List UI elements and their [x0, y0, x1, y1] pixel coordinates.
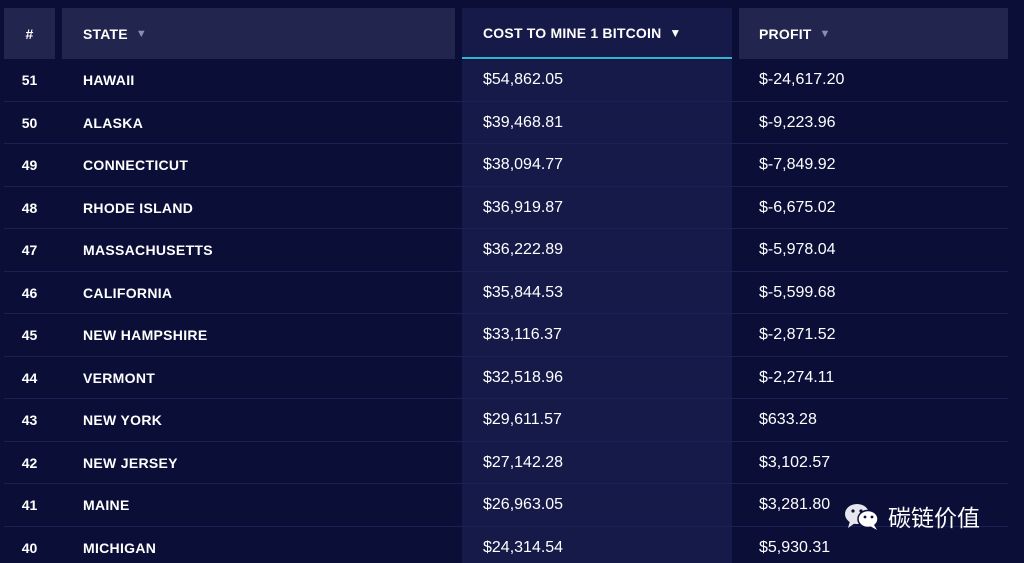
cost-cell: $27,142.28	[483, 453, 564, 471]
cost-cell: $39,468.81	[483, 113, 564, 131]
sort-arrow-icon: ▼	[819, 27, 831, 40]
profit-cell: $-2,274.11	[759, 368, 835, 386]
cost-cell: $35,844.53	[483, 283, 564, 301]
rank-cell: 49	[21, 157, 38, 174]
cost-cell: $38,094.77	[483, 156, 564, 174]
table-row: 42 NEW JERSEY $27,142.28 $3,102.57	[0, 442, 1024, 484]
state-cell: NEW YORK	[83, 412, 163, 429]
column-header-cost-label: COST TO MINE 1 BITCOIN	[483, 24, 662, 41]
column-header-profit[interactable]: PROFIT ▼	[739, 8, 1008, 59]
rank-cell: 47	[21, 242, 38, 259]
cost-cell: $32,518.96	[483, 368, 564, 386]
state-cell: MICHIGAN	[83, 539, 157, 556]
rank-cell: 51	[21, 72, 38, 89]
column-header-rank-label: #	[25, 25, 34, 42]
table-row: 44 VERMONT $32,518.96 $-2,274.11	[0, 357, 1024, 399]
mining-cost-table: # STATE ▼ COST TO MINE 1 BITCOIN ▼ PROFI…	[0, 0, 1024, 563]
profit-cell: $-5,599.68	[759, 283, 836, 301]
state-cell: CALIFORNIA	[83, 284, 173, 301]
wechat-icon	[845, 504, 879, 530]
rank-cell: 41	[21, 497, 38, 514]
table-row: 51 HAWAII $54,862.05 $-24,617.20	[0, 59, 1024, 102]
table-row: 46 CALIFORNIA $35,844.53 $-5,599.68	[0, 272, 1024, 314]
cost-cell: $24,314.54	[483, 538, 564, 556]
table-body: 51 HAWAII $54,862.05 $-24,617.20 50 ALAS…	[0, 59, 1024, 563]
state-cell: NEW HAMPSHIRE	[83, 327, 208, 344]
watermark-text: 碳链价值	[888, 506, 980, 532]
column-header-profit-label: PROFIT	[759, 25, 812, 42]
column-header-state-label: STATE	[83, 25, 128, 42]
table-row: 48 RHODE ISLAND $36,919.87 $-6,675.02	[0, 187, 1024, 229]
watermark: 碳链价值	[842, 500, 980, 532]
state-cell: MAINE	[83, 497, 130, 514]
profit-cell: $-7,849.92	[759, 156, 836, 174]
cost-cell: $36,222.89	[483, 241, 564, 259]
table-row: 45 NEW HAMPSHIRE $33,116.37 $-2,871.52	[0, 314, 1024, 357]
state-cell: VERMONT	[83, 369, 156, 386]
cost-cell: $54,862.05	[483, 71, 564, 89]
profit-cell: $3,102.57	[759, 453, 831, 471]
table-row: 47 MASSACHUSETTS $36,222.89 $-5,978.04	[0, 229, 1024, 272]
column-header-cost[interactable]: COST TO MINE 1 BITCOIN ▼	[462, 8, 732, 59]
table-row: 50 ALASKA $39,468.81 $-9,223.96	[0, 102, 1024, 144]
state-cell: HAWAII	[83, 72, 135, 89]
rank-cell: 50	[21, 114, 38, 131]
rank-cell: 40	[21, 539, 38, 556]
rank-cell: 45	[21, 327, 38, 344]
state-cell: RHODE ISLAND	[83, 199, 194, 216]
rank-cell: 42	[21, 454, 38, 471]
rank-cell: 43	[21, 412, 38, 429]
profit-cell: $5,930.31	[759, 538, 831, 556]
table-row: 43 NEW YORK $29,611.57 $633.28	[0, 399, 1024, 442]
cost-cell: $36,919.87	[483, 198, 564, 216]
profit-cell: $-24,617.20	[759, 71, 845, 89]
profit-cell: $-9,223.96	[759, 113, 836, 131]
state-cell: MASSACHUSETTS	[83, 242, 213, 259]
profit-cell: $-5,978.04	[759, 241, 836, 259]
state-cell: CONNECTICUT	[83, 157, 189, 174]
state-cell: ALASKA	[83, 114, 144, 131]
cost-cell: $29,611.57	[483, 411, 562, 429]
sort-desc-icon: ▼	[669, 25, 682, 40]
profit-cell: $-2,871.52	[759, 326, 836, 344]
profit-cell: $3,281.80	[759, 496, 831, 514]
rank-cell: 44	[21, 369, 38, 386]
profit-cell: $633.28	[759, 411, 817, 429]
column-header-rank[interactable]: #	[4, 8, 55, 59]
rank-cell: 46	[21, 284, 38, 301]
rank-cell: 48	[21, 199, 38, 216]
profit-cell: $-6,675.02	[759, 198, 836, 216]
table-row: 49 CONNECTICUT $38,094.77 $-7,849.92	[0, 144, 1024, 187]
sort-arrow-icon: ▼	[135, 27, 147, 40]
cost-cell: $33,116.37	[483, 326, 562, 344]
column-header-state[interactable]: STATE ▼	[62, 8, 455, 59]
state-cell: NEW JERSEY	[83, 454, 178, 471]
cost-cell: $26,963.05	[483, 496, 564, 514]
